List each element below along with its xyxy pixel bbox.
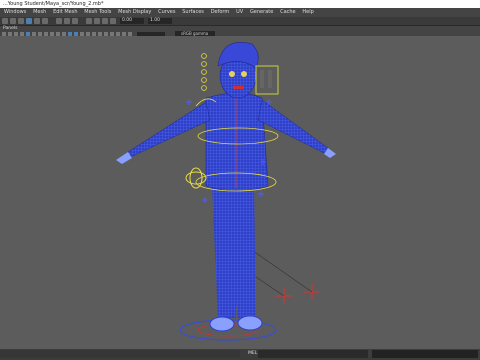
shadows-toggle-icon[interactable] bbox=[98, 31, 102, 36]
use-lights-icon[interactable] bbox=[92, 31, 96, 36]
menu-generate[interactable]: Generate bbox=[247, 9, 276, 15]
ipr-render-icon[interactable] bbox=[64, 18, 70, 24]
textured-icon[interactable] bbox=[86, 31, 90, 36]
right-arm bbox=[257, 99, 331, 157]
menu-deform[interactable]: Deform bbox=[208, 9, 232, 15]
lighting-icon[interactable] bbox=[102, 18, 108, 24]
scale-tool-icon[interactable] bbox=[26, 18, 32, 24]
wireframe-icon[interactable] bbox=[86, 18, 92, 24]
scene-svg bbox=[60, 42, 420, 349]
image-plane-icon[interactable] bbox=[20, 31, 24, 36]
exposure-input[interactable] bbox=[137, 31, 166, 36]
safe-title-icon[interactable] bbox=[62, 31, 66, 36]
render-icon[interactable] bbox=[56, 18, 62, 24]
wireframe-toggle-icon[interactable] bbox=[68, 31, 72, 36]
command-result-field bbox=[372, 350, 478, 358]
bookmark-icon[interactable] bbox=[14, 31, 18, 36]
menu-mesh[interactable]: Mesh bbox=[31, 9, 49, 15]
smooth-shade-icon[interactable] bbox=[94, 18, 100, 24]
select-tool-icon[interactable] bbox=[2, 18, 8, 24]
motion-blur-icon[interactable] bbox=[110, 31, 114, 36]
camera-attributes-icon[interactable] bbox=[8, 31, 12, 36]
xray-icon[interactable] bbox=[128, 31, 132, 36]
window-title: ...Young Student/Maya_scr/Young_2.mb* bbox=[0, 0, 480, 8]
menu-bar: Windows Mesh Edit Mesh Mesh Tools Mesh D… bbox=[0, 8, 480, 17]
render-settings-icon[interactable] bbox=[72, 18, 78, 24]
command-line-input[interactable] bbox=[258, 350, 368, 358]
left-eye bbox=[229, 71, 235, 77]
camera-icon[interactable] bbox=[2, 31, 6, 36]
gamma-field[interactable]: 1.00 bbox=[148, 18, 172, 24]
ambient-occlusion-icon[interactable] bbox=[104, 31, 108, 36]
exposure-field[interactable]: 0.00 bbox=[120, 18, 144, 24]
torso-jacket bbox=[205, 92, 269, 192]
mel-label[interactable]: MEL bbox=[248, 351, 257, 356]
film-gate-icon[interactable] bbox=[32, 31, 36, 36]
left-shoe bbox=[209, 316, 235, 332]
rotate-tool-icon[interactable] bbox=[18, 18, 24, 24]
safe-action-icon[interactable] bbox=[56, 31, 60, 36]
isolate-select-icon[interactable] bbox=[122, 31, 126, 36]
menu-curves[interactable]: Curves bbox=[156, 9, 179, 15]
status-bar: MEL bbox=[0, 349, 480, 360]
help-line bbox=[0, 350, 240, 358]
resolution-gate-icon[interactable] bbox=[38, 31, 42, 36]
menu-help[interactable]: Help bbox=[300, 9, 317, 15]
tool-shelf: 0.00 1.00 bbox=[0, 17, 480, 26]
right-eye bbox=[241, 71, 247, 77]
menu-uv[interactable]: UV bbox=[233, 9, 245, 15]
menu-surfaces[interactable]: Surfaces bbox=[180, 9, 207, 15]
3d-viewport[interactable] bbox=[0, 36, 480, 349]
snap-grid-icon[interactable] bbox=[34, 18, 40, 24]
gate-mask-icon[interactable] bbox=[44, 31, 48, 36]
right-shoe bbox=[237, 315, 263, 331]
menu-mesh-tools[interactable]: Mesh Tools bbox=[82, 9, 114, 15]
menu-mesh-display[interactable]: Mesh Display bbox=[116, 9, 154, 15]
snap-curve-icon[interactable] bbox=[42, 18, 48, 24]
left-arm bbox=[123, 101, 211, 161]
shadows-icon[interactable] bbox=[110, 18, 116, 24]
menu-cache[interactable]: Cache bbox=[277, 9, 298, 15]
menu-windows[interactable]: Windows bbox=[0, 9, 29, 15]
cog-control bbox=[185, 167, 207, 189]
grid-icon[interactable] bbox=[26, 31, 30, 36]
default-material-icon[interactable] bbox=[80, 31, 84, 36]
mouth bbox=[233, 86, 243, 89]
move-tool-icon[interactable] bbox=[10, 18, 16, 24]
viewport-header: Panels sRGB gamma bbox=[0, 26, 480, 36]
field-chart-icon[interactable] bbox=[50, 31, 54, 36]
face-slider-controls bbox=[201, 53, 207, 91]
smooth-shade-toggle-icon[interactable] bbox=[74, 31, 78, 36]
face-control-panel bbox=[255, 65, 279, 95]
menu-edit-mesh[interactable]: Edit Mesh bbox=[50, 9, 80, 15]
anti-aliasing-icon[interactable] bbox=[116, 31, 120, 36]
